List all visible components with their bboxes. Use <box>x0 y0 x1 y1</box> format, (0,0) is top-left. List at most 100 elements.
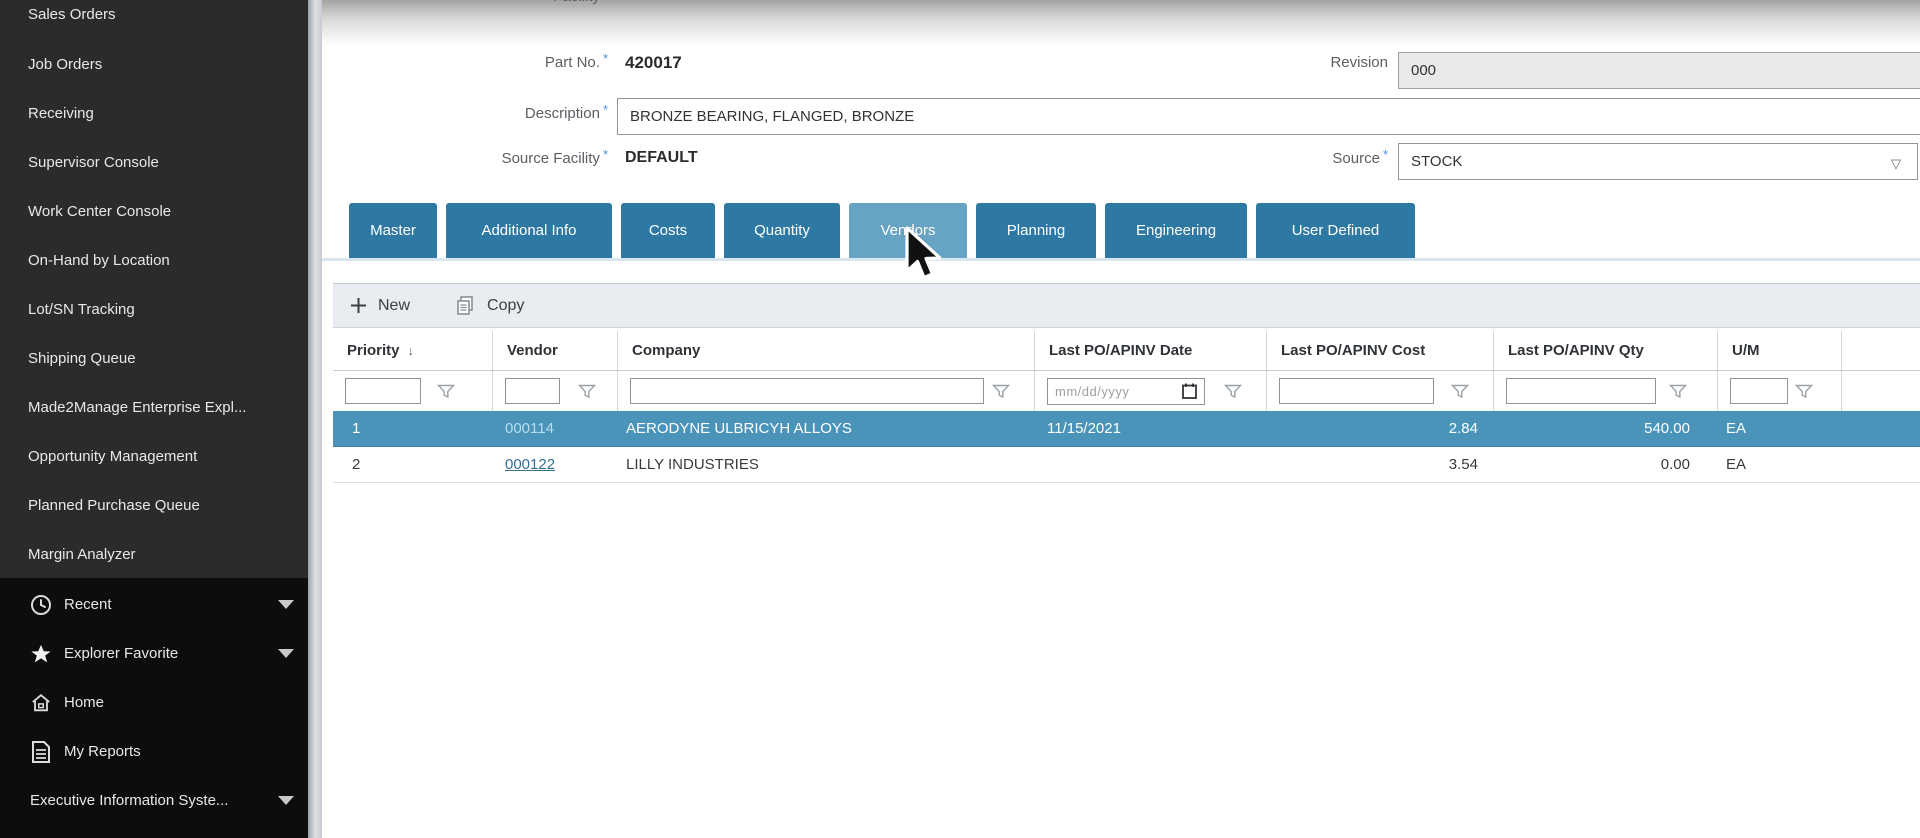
column-header-label: U/M <box>1732 342 1760 359</box>
date-placeholder: mm/dd/yyyy <box>1055 384 1182 399</box>
last-po-cost-cell: 3.54 <box>1267 447 1494 482</box>
column-header-last-po-date[interactable]: Last PO/APINV Date <box>1035 331 1267 370</box>
filter-cell-last-po-cost <box>1267 371 1494 411</box>
required-asterisk: * <box>603 51 608 66</box>
tab-engineering[interactable]: Engineering <box>1105 203 1247 258</box>
part-no-label: Part No.* <box>388 54 608 71</box>
sidebar-item-opportunity-management[interactable]: Opportunity Management <box>0 432 308 481</box>
filter-cell-company <box>618 371 1035 411</box>
required-asterisk: * <box>603 147 608 162</box>
filter-icon[interactable] <box>578 384 596 399</box>
part-detail-panel: Facility DEFAULT Part No.* 420017 Revisi… <box>322 0 1920 838</box>
row-filler <box>1842 447 1920 482</box>
filter-priority-input[interactable] <box>345 378 421 404</box>
column-header-label: Last PO/APINV Date <box>1049 342 1192 359</box>
column-header-priority[interactable]: Priority ↓ <box>333 331 493 370</box>
column-header-label: Last PO/APINV Qty <box>1508 342 1644 359</box>
part-no-label-text: Part No. <box>545 54 600 71</box>
sidebar-item-sales-orders[interactable]: Sales Orders <box>0 2 308 40</box>
new-button[interactable]: New <box>350 297 410 315</box>
sidebar-item-lot-sn-tracking[interactable]: Lot/SN Tracking <box>0 285 308 334</box>
star-icon <box>30 643 52 665</box>
chevron-down-icon: ▽ <box>1891 156 1901 172</box>
description-label-text: Description <box>525 105 600 122</box>
sidebar-item-shipping-queue[interactable]: Shipping Queue <box>0 334 308 383</box>
column-header-um[interactable]: U/M <box>1718 331 1842 370</box>
filter-um-input[interactable] <box>1730 378 1788 404</box>
tab-costs[interactable]: Costs <box>621 203 715 258</box>
plus-icon <box>350 297 367 314</box>
description-input[interactable] <box>617 98 1920 135</box>
column-header-last-po-qty[interactable]: Last PO/APINV Qty <box>1494 331 1718 370</box>
vendor-link[interactable]: 000114 <box>505 420 554 437</box>
filter-date-input[interactable]: mm/dd/yyyy <box>1047 378 1205 405</box>
last-po-cost-cell: 2.84 <box>1267 411 1494 446</box>
column-header-vendor[interactable]: Vendor <box>493 331 618 370</box>
vendor-link[interactable]: 000122 <box>505 456 555 473</box>
tab-quantity[interactable]: Quantity <box>724 203 840 258</box>
tab-user-defined[interactable]: User Defined <box>1256 203 1415 258</box>
revision-label-text: Revision <box>1330 54 1388 71</box>
document-icon <box>30 741 52 763</box>
last-po-qty-cell: 0.00 <box>1494 447 1718 482</box>
filter-icon[interactable] <box>992 384 1010 399</box>
copy-button[interactable]: Copy <box>456 296 524 316</box>
source-facility-value: DEFAULT <box>625 149 698 167</box>
new-button-label: New <box>378 297 410 315</box>
sidebar-item-label: Executive Information Syste... <box>30 792 228 809</box>
sidebar-item-work-center-console[interactable]: Work Center Console <box>0 187 308 236</box>
um-cell: EA <box>1718 411 1842 446</box>
sidebar-item-supervisor-console[interactable]: Supervisor Console <box>0 138 308 187</box>
chevron-down-icon <box>278 796 294 805</box>
last-po-date-cell <box>1035 447 1267 482</box>
vendors-grid-toolbar: New Copy <box>333 283 1920 328</box>
table-row[interactable]: 1 000114 AERODYNE ULBRICYH ALLOYS 11/15/… <box>333 411 1920 447</box>
source-label: Source* <box>1168 150 1388 167</box>
required-asterisk: * <box>1383 147 1388 162</box>
company-cell: LILLY INDUSTRIES <box>618 447 1035 482</box>
clock-icon <box>30 594 52 616</box>
filter-icon[interactable] <box>1451 384 1469 399</box>
sidebar-item-home[interactable]: Home <box>0 678 308 727</box>
tab-additional-info[interactable]: Additional Info <box>446 203 612 258</box>
tabs-underline <box>322 258 1920 261</box>
sidebar-item-executive-information-system[interactable]: Executive Information Syste... <box>0 776 308 825</box>
filter-qty-input[interactable] <box>1506 378 1656 404</box>
filter-icon[interactable] <box>437 384 455 399</box>
sidebar-item-margin-analyzer[interactable]: Margin Analyzer <box>0 530 308 579</box>
filter-cell-vendor <box>493 371 618 411</box>
table-row[interactable]: 2 000122 LILLY INDUSTRIES 3.54 0.00 EA <box>333 447 1920 483</box>
calendar-icon[interactable] <box>1182 383 1197 399</box>
um-cell: EA <box>1718 447 1842 482</box>
filter-company-input[interactable] <box>630 378 984 404</box>
priority-cell: 1 <box>333 411 493 446</box>
filter-icon[interactable] <box>1224 384 1242 399</box>
facility-label: Facility <box>380 0 600 5</box>
table-filter-row: mm/dd/yyyy <box>333 371 1920 411</box>
copy-icon <box>456 296 476 316</box>
column-header-last-po-cost[interactable]: Last PO/APINV Cost <box>1267 331 1494 370</box>
column-header-company[interactable]: Company <box>618 331 1035 370</box>
filter-icon[interactable] <box>1669 384 1687 399</box>
facility-value: DEFAULT <box>630 0 703 5</box>
source-dropdown[interactable]: STOCK ▽ <box>1398 143 1918 180</box>
filter-cost-input[interactable] <box>1279 378 1434 404</box>
sidebar-item-receiving[interactable]: Receiving <box>0 89 308 138</box>
tab-vendors[interactable]: Vendors <box>849 203 967 258</box>
tab-master[interactable]: Master <box>349 203 437 258</box>
priority-cell: 2 <box>333 447 493 482</box>
sidebar-item-planned-purchase-queue[interactable]: Planned Purchase Queue <box>0 481 308 530</box>
filter-vendor-input[interactable] <box>505 378 560 404</box>
sidebar-item-on-hand-by-location[interactable]: On-Hand by Location <box>0 236 308 285</box>
last-po-qty-cell: 540.00 <box>1494 411 1718 446</box>
tab-planning[interactable]: Planning <box>976 203 1096 258</box>
sidebar-scrollbar[interactable] <box>308 0 322 838</box>
sidebar-item-explorer-favorite[interactable]: Explorer Favorite <box>0 629 308 678</box>
sidebar-item-my-reports[interactable]: My Reports <box>0 727 308 776</box>
sidebar-item-recent[interactable]: Recent <box>0 580 308 629</box>
row-filler <box>1842 411 1920 446</box>
part-no-value: 420017 <box>625 53 682 73</box>
sidebar-item-job-orders[interactable]: Job Orders <box>0 40 308 89</box>
filter-icon[interactable] <box>1795 384 1813 399</box>
sidebar-item-m2m-enterprise-explorer[interactable]: Made2Manage Enterprise Expl... <box>0 383 308 432</box>
